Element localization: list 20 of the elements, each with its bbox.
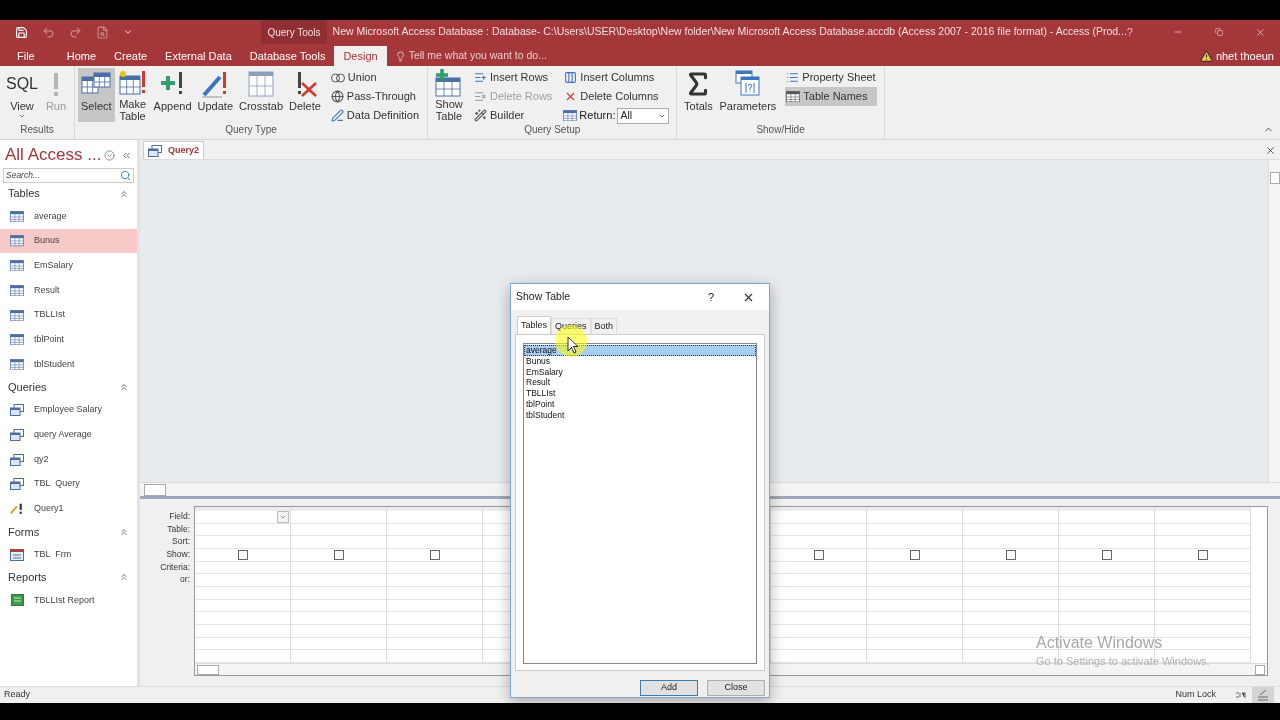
row-label: Field: xyxy=(169,510,190,523)
activation-text: Go to Settings to activate Windows. xyxy=(1036,654,1210,669)
row-label: or: xyxy=(180,573,190,587)
status-text: Ready xyxy=(4,688,30,702)
row-label: Criteria: xyxy=(160,560,190,574)
status-indicator: Num Lock xyxy=(1175,688,1216,702)
activation-title: Activate Windows xyxy=(1036,633,1164,653)
row-label: Table: xyxy=(167,522,190,536)
return-label: Return: xyxy=(579,108,616,124)
window-title: New Microsoft Access Database : Database- C:\Users\USER\Desktop\New folder\New Microsoft Access Database.accdb (Access 2007 - 2016 file format) - Access (Prod... xyxy=(332,24,1127,40)
row-label: Show: xyxy=(166,548,190,561)
row-label: Sort: xyxy=(172,535,190,549)
group-label: Show/Hide xyxy=(755,123,806,137)
pane-title: All Access ... xyxy=(5,144,102,167)
group-label: Results xyxy=(19,123,55,137)
group-label: Query Type xyxy=(224,123,278,137)
context-label: Query Tools xyxy=(261,20,327,44)
dialog-title: Show Table xyxy=(516,289,571,305)
group-label: Query Setup xyxy=(523,123,582,137)
sql-glyph: SQL xyxy=(6,74,38,94)
